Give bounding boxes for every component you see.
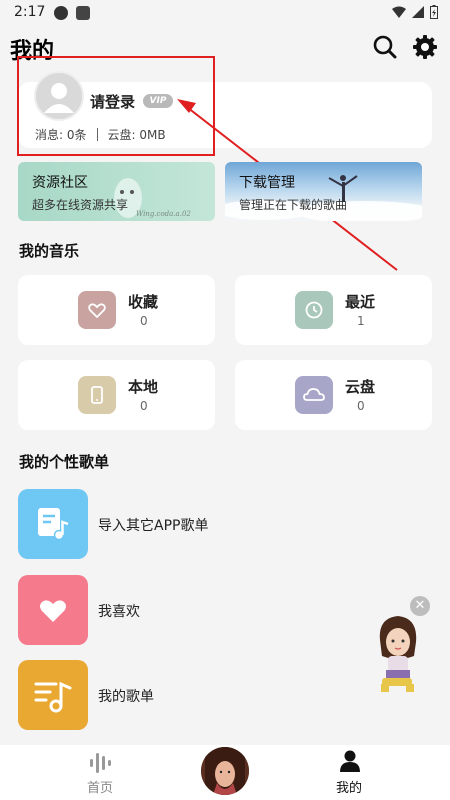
- nav-home[interactable]: 首页: [87, 777, 113, 796]
- settings-gear-icon[interactable]: [412, 34, 438, 60]
- wifi-icon: [392, 6, 406, 18]
- app-notification-icon: [76, 6, 90, 20]
- recent-label: 最近: [345, 293, 376, 311]
- cloud-icon: [295, 376, 333, 414]
- home-waveform-icon[interactable]: [88, 751, 112, 773]
- my-playlists-title: 我的个性歌单: [19, 453, 110, 471]
- favorites-label: 收藏: [128, 293, 159, 311]
- banner-title-resources: 资源社区: [32, 175, 88, 191]
- music-notification-icon: [54, 6, 68, 20]
- status-bar: 2:17: [0, 0, 450, 26]
- favorites-count: 0: [140, 314, 148, 328]
- cloud-label: 云盘: [345, 378, 376, 396]
- local-card[interactable]: [18, 360, 215, 430]
- status-time: 2:17: [14, 4, 46, 20]
- my-music-title: 我的音乐: [19, 242, 80, 260]
- profile-person-icon[interactable]: [338, 749, 362, 773]
- banner-subtitle-downloads: 管理正在下载的歌曲: [239, 198, 348, 212]
- recent-card[interactable]: [235, 275, 432, 345]
- status-icons: [392, 5, 438, 19]
- nav-mine[interactable]: 我的: [336, 777, 362, 796]
- banner-handwriting: Wing.coda.a.02: [136, 210, 191, 218]
- heart-icon: [78, 291, 116, 329]
- my-playlist-icon[interactable]: [18, 660, 88, 730]
- banner-subtitle-resources: 超多在线资源共享: [32, 198, 129, 212]
- floating-mascot[interactable]: [372, 612, 424, 696]
- import-playlist-label[interactable]: 导入其它APP歌单: [98, 515, 208, 535]
- music-doc-icon: [38, 508, 69, 541]
- my-playlist-label[interactable]: 我的歌单: [98, 686, 154, 706]
- playlist-icon: [34, 681, 72, 713]
- heart-icon: [40, 600, 66, 622]
- annotation-box: [17, 56, 215, 156]
- liked-songs-icon[interactable]: [18, 575, 88, 645]
- signal-icon: [412, 6, 424, 18]
- now-playing-cover[interactable]: [201, 747, 249, 795]
- cloud-card[interactable]: [235, 360, 432, 430]
- local-label: 本地: [128, 378, 159, 396]
- favorites-card[interactable]: [18, 275, 215, 345]
- cloud-count: 0: [357, 399, 365, 413]
- album-art: [201, 747, 249, 795]
- liked-songs-label[interactable]: 我喜欢: [98, 601, 140, 621]
- banner-title-downloads: 下载管理: [239, 175, 295, 191]
- phone-icon: [78, 376, 116, 414]
- import-playlist-icon[interactable]: [18, 489, 88, 559]
- search-icon[interactable]: [372, 34, 398, 60]
- battery-icon: [430, 5, 438, 19]
- local-count: 0: [140, 399, 148, 413]
- recent-count: 1: [357, 314, 365, 328]
- clock-icon: [295, 291, 333, 329]
